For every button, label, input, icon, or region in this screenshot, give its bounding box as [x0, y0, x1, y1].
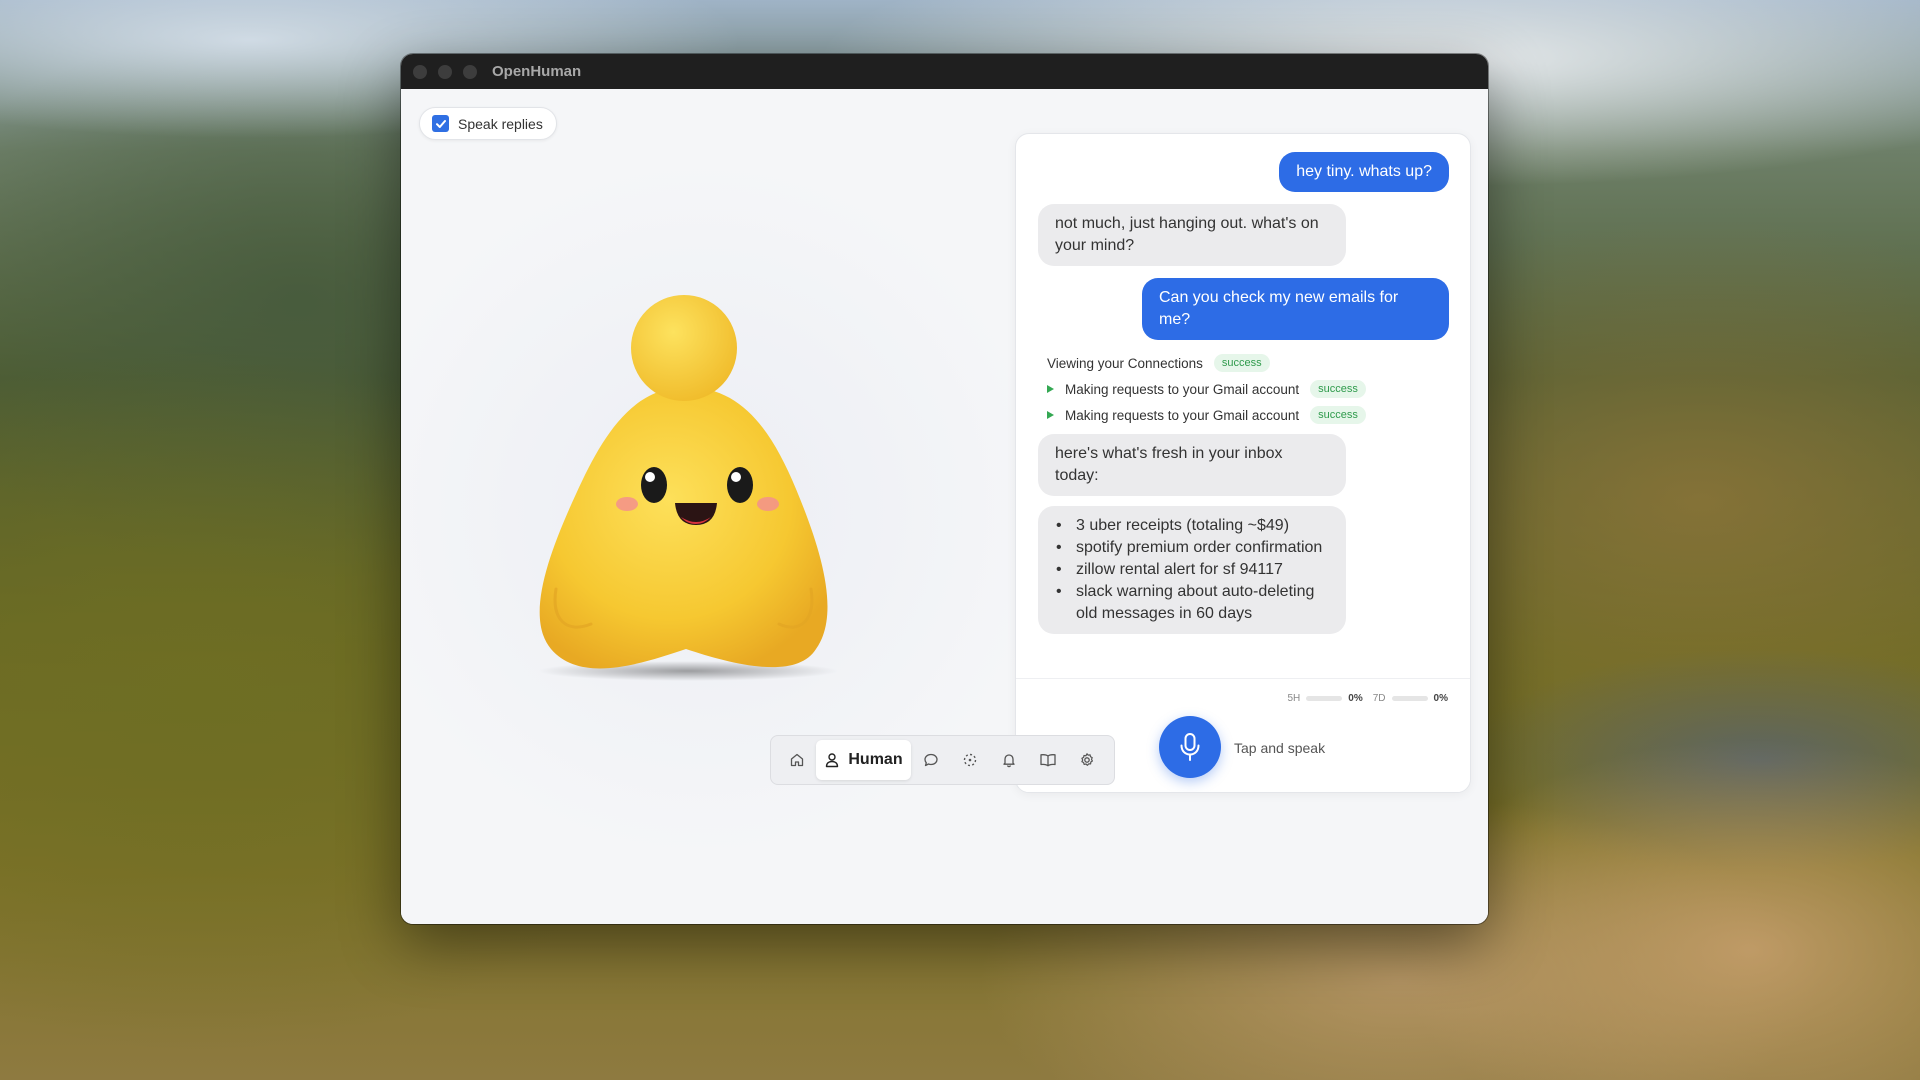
mic-hint-label: Tap and speak — [1234, 740, 1326, 756]
close-window-button[interactable] — [413, 64, 427, 79]
usage-bar-5h — [1306, 696, 1343, 701]
gear-icon — [1080, 753, 1093, 766]
assistant-message: not much, just hanging out. what's on yo… — [1038, 204, 1346, 266]
message-list[interactable]: hey tiny. whats up? not much, just hangi… — [1016, 134, 1470, 680]
assistant-message: here's what's fresh in your inbox today: — [1038, 434, 1346, 496]
tool-call-row[interactable]: Making requests to your Gmail account su… — [1038, 402, 1449, 428]
tool-call-label: Making requests to your Gmail account — [1065, 407, 1300, 423]
bell-icon — [1002, 754, 1015, 768]
tool-call-row: Viewing your Connections success — [1047, 350, 1449, 376]
nav-home[interactable] — [777, 740, 816, 780]
user-message: Can you check my new emails for me? — [1142, 278, 1449, 340]
mascot-character[interactable] — [511, 289, 871, 689]
status-badge: success — [1310, 406, 1366, 424]
usage-label-5h: 5H — [1287, 693, 1301, 704]
expand-triangle-icon[interactable] — [1047, 385, 1054, 393]
microphone-button[interactable] — [1159, 716, 1221, 778]
speak-replies-label: Speak replies — [458, 115, 543, 132]
tool-call-row[interactable]: Making requests to your Gmail account su… — [1038, 376, 1449, 402]
home-icon — [790, 753, 803, 767]
window-title: OpenHuman — [492, 63, 582, 80]
speak-replies-checkbox[interactable] — [432, 115, 449, 132]
nav-notifications[interactable] — [989, 740, 1028, 780]
usage-meters: 5H 0% 7D 0% — [1288, 693, 1453, 704]
tool-call-label: Making requests to your Gmail account — [1065, 381, 1300, 397]
speak-replies-toggle[interactable]: Speak replies — [419, 107, 557, 140]
minimize-window-button[interactable] — [438, 64, 452, 79]
list-item: slack warning about auto-deleting old me… — [1055, 581, 1329, 625]
list-item: spotify premium order confirmation — [1055, 537, 1329, 559]
nav-skills[interactable] — [950, 740, 989, 780]
expand-triangle-icon[interactable] — [1047, 411, 1054, 419]
usage-value-7d: 0% — [1433, 693, 1448, 704]
chat-bubble-icon — [923, 753, 938, 767]
usage-bar-7d — [1391, 696, 1428, 701]
status-badge: success — [1310, 380, 1366, 398]
dotted-circle-icon — [963, 753, 976, 767]
nav-human[interactable]: Human — [816, 740, 911, 780]
zoom-window-button[interactable] — [463, 64, 477, 79]
usage-value-5h: 0% — [1348, 693, 1363, 704]
main-content: Speak replies hey tiny. whats up? not mu… — [401, 89, 1488, 924]
checkmark-icon — [435, 119, 446, 128]
nav-settings[interactable] — [1067, 740, 1106, 780]
status-badge: success — [1213, 354, 1270, 372]
title-bar: OpenHuman — [401, 54, 1488, 89]
book-icon — [1039, 754, 1056, 767]
usage-label-7d: 7D — [1372, 693, 1386, 704]
list-item: 3 uber receipts (totaling ~$49) — [1055, 515, 1329, 537]
mascot-right-eye — [727, 467, 753, 503]
bottom-navigation: Human — [770, 735, 1115, 785]
user-icon — [826, 753, 839, 768]
assistant-message: 3 uber receipts (totaling ~$49) spotify … — [1038, 506, 1346, 634]
nav-human-label: Human — [848, 751, 903, 768]
email-summary-list: 3 uber receipts (totaling ~$49) spotify … — [1055, 515, 1329, 625]
nav-library[interactable] — [1028, 740, 1067, 780]
app-window: OpenHuman Speak replies hey tiny. whats … — [401, 54, 1488, 924]
mascot-left-eye — [641, 467, 667, 503]
tool-call-list: Viewing your Connections success Making … — [1047, 350, 1449, 428]
tool-call-label: Viewing your Connections — [1047, 355, 1203, 371]
list-item: zillow rental alert for sf 94117 — [1055, 559, 1329, 581]
user-message: hey tiny. whats up? — [1279, 152, 1449, 192]
chat-panel: hey tiny. whats up? not much, just hangi… — [1015, 133, 1471, 793]
mascot-head — [631, 295, 737, 401]
microphone-icon — [1180, 733, 1200, 761]
nav-chat[interactable] — [911, 740, 950, 780]
